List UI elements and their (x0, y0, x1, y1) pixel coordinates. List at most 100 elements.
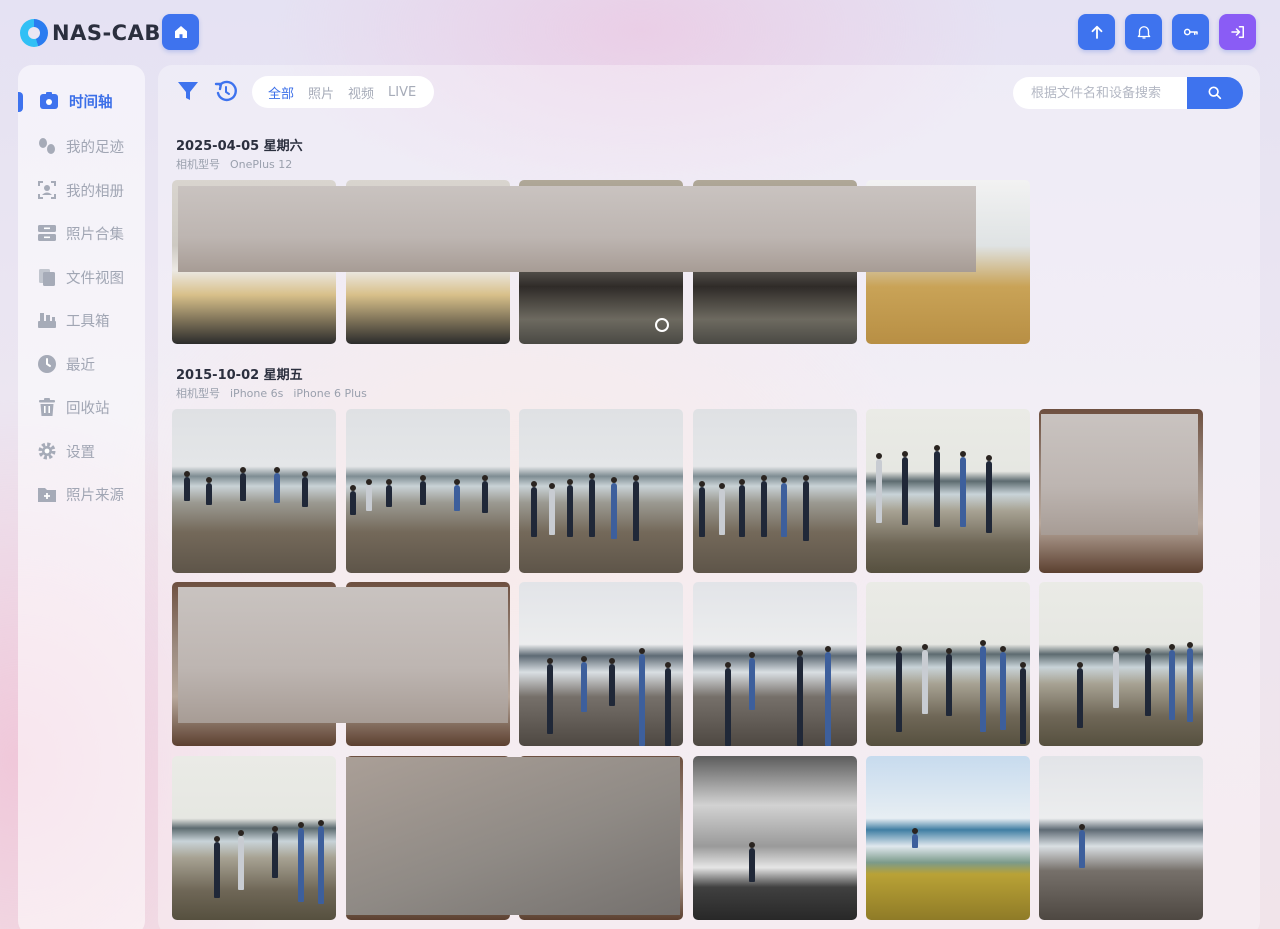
photo-thumbnail[interactable] (693, 582, 857, 746)
sidebar-item-footprint[interactable]: 我的足迹 (18, 131, 145, 161)
person-figure (240, 467, 246, 501)
upload-button[interactable] (1078, 14, 1115, 50)
person-figure (302, 471, 308, 507)
blurred-region (346, 757, 680, 915)
person-figure (454, 479, 460, 511)
person-figure (184, 471, 190, 501)
person-figure (1145, 648, 1151, 716)
person-figure (739, 479, 745, 537)
file-copy-icon (37, 267, 57, 287)
person-figure (922, 644, 928, 714)
person-figure (420, 475, 426, 505)
blurred-region (1041, 414, 1198, 535)
photo-thumbnail[interactable] (1039, 756, 1203, 920)
photo-thumbnail[interactable] (866, 582, 1030, 746)
photo-thumbnail[interactable] (172, 756, 336, 920)
sidebar-item-recent[interactable]: 最近 (18, 349, 145, 379)
person-figure (633, 475, 639, 541)
photo-thumbnail[interactable] (693, 756, 857, 920)
notification-button[interactable] (1125, 14, 1162, 50)
photo-thumbnail[interactable] (866, 409, 1030, 573)
sidebar-item-album[interactable]: 我的相册 (18, 175, 145, 205)
media-type-tabs: 全部 照片 视频 LIVE (252, 76, 434, 108)
person-figure (386, 479, 392, 507)
refresh-button[interactable] (214, 78, 238, 104)
person-figure (567, 479, 573, 537)
camera-model-label: 相机型号 (176, 158, 220, 171)
person-figure (482, 475, 488, 513)
group-camera-meta: 相机型号 iPhone 6s iPhone 6 Plus (176, 385, 377, 401)
group-date: 2025-04-05 星期六 (176, 139, 303, 154)
person-figure (1169, 644, 1175, 720)
blurred-region (178, 587, 508, 723)
group-camera-meta: 相机型号 OnePlus 12 (176, 156, 302, 172)
person-figure (912, 828, 918, 848)
logo-mark-icon (20, 19, 48, 47)
sidebar-item-settings[interactable]: 设置 (18, 436, 145, 466)
key-button[interactable] (1172, 14, 1209, 50)
tab-live[interactable]: LIVE (388, 85, 416, 100)
person-figure (876, 453, 882, 523)
sidebar-item-label: 工具箱 (66, 313, 110, 330)
live-photo-icon (655, 318, 669, 332)
sidebar-item-label: 设置 (66, 444, 95, 461)
person-figure (549, 483, 555, 535)
person-figure (896, 646, 902, 732)
camera-model-label: 相机型号 (176, 387, 220, 400)
camera-model-name: iPhone 6 Plus (293, 387, 367, 400)
sidebar-item-label: 我的足迹 (66, 139, 124, 156)
trash-icon (37, 397, 57, 417)
search-button[interactable] (1187, 77, 1243, 109)
bell-icon (1137, 26, 1150, 39)
sidebar-item-toolbox[interactable]: 工具箱 (18, 305, 145, 335)
person-figure (350, 485, 356, 515)
filter-icon (178, 82, 198, 100)
person-figure (761, 475, 767, 537)
photo-thumbnail[interactable] (1039, 582, 1203, 746)
person-figure (609, 658, 615, 706)
face-album-icon (37, 180, 57, 200)
sidebar-item-label: 时间轴 (69, 94, 113, 111)
blurred-region (178, 186, 976, 272)
sidebar-item-files[interactable]: 文件视图 (18, 262, 145, 292)
app-name: NAS-CAB (52, 21, 161, 45)
person-figure (934, 445, 940, 527)
sidebar-item-timeline[interactable]: 时间轴 (18, 86, 145, 116)
person-figure (1187, 642, 1193, 722)
person-figure (639, 648, 645, 746)
person-figure (725, 662, 731, 746)
person-figure (946, 648, 952, 716)
photo-thumbnail[interactable] (866, 756, 1030, 920)
person-figure (749, 842, 755, 882)
sidebar-item-sources[interactable]: 照片来源 (18, 479, 145, 509)
sidebar-item-collection[interactable]: 照片合集 (18, 218, 145, 248)
person-figure (547, 658, 553, 734)
person-figure (274, 467, 280, 503)
gear-icon (37, 441, 57, 461)
search-input[interactable] (1013, 77, 1187, 109)
upload-icon (1091, 25, 1102, 39)
group-date: 2015-10-02 星期五 (176, 368, 303, 383)
photo-thumbnail[interactable] (693, 409, 857, 573)
filter-button[interactable] (176, 78, 200, 104)
photo-thumbnail[interactable] (519, 582, 683, 746)
person-figure (825, 646, 831, 746)
person-figure (214, 836, 220, 898)
person-figure (1000, 646, 1006, 730)
photo-thumbnail[interactable] (519, 409, 683, 573)
photo-thumbnail[interactable] (172, 409, 336, 573)
active-indicator (18, 92, 23, 112)
tab-videos[interactable]: 视频 (348, 83, 374, 102)
person-figure (1077, 662, 1083, 728)
person-figure (902, 451, 908, 525)
home-button[interactable] (162, 14, 199, 50)
person-figure (665, 662, 671, 746)
logout-button[interactable] (1219, 14, 1256, 50)
sidebar-item-trash[interactable]: 回收站 (18, 392, 145, 422)
sidebar-item-label: 最近 (66, 357, 95, 374)
tab-all[interactable]: 全部 (268, 83, 294, 102)
person-figure (206, 477, 212, 505)
person-figure (1020, 662, 1026, 744)
tab-photos[interactable]: 照片 (308, 83, 334, 102)
photo-thumbnail[interactable] (346, 409, 510, 573)
